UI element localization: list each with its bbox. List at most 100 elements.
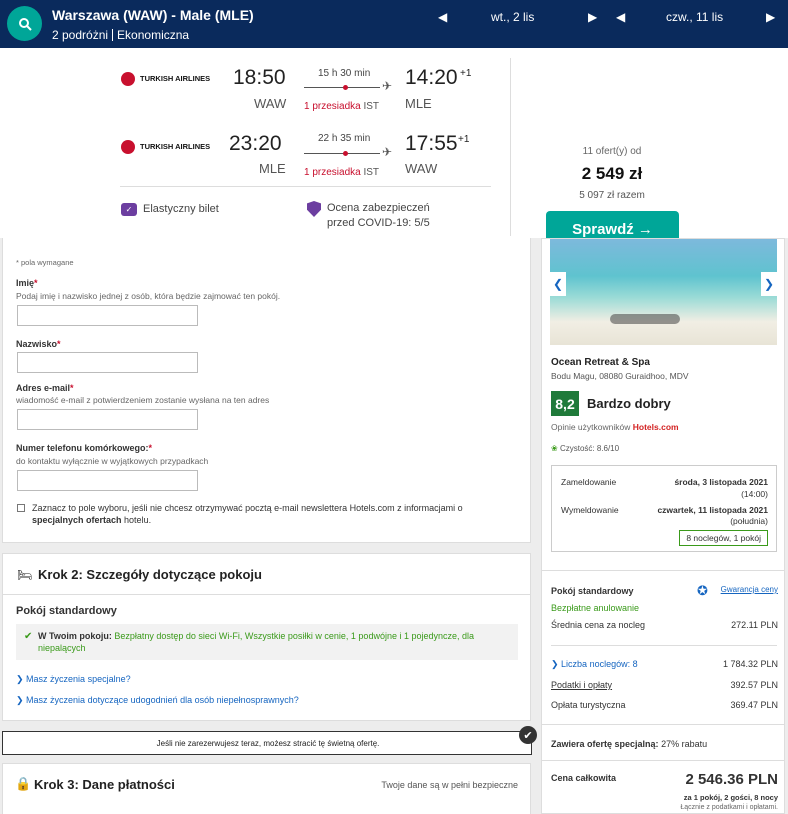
route-title[interactable]: Warszawa (WAW) - Male (MLE) bbox=[52, 7, 254, 23]
email-label: Adres e-mail* bbox=[16, 383, 74, 393]
nights-price: 1 784.32 PLN bbox=[722, 659, 778, 669]
amenities-text: W Twoim pokoju: Bezpłatny dostęp do siec… bbox=[38, 631, 475, 653]
special-offer: Zawiera ofertę specjalną: 27% rabatu bbox=[551, 739, 708, 749]
day-offset: +1 bbox=[460, 68, 472, 79]
search-details[interactable]: 2 podróżni Ekonomiczna bbox=[52, 28, 189, 42]
flight-duration: 15 h 30 min bbox=[318, 68, 371, 79]
name-field[interactable] bbox=[17, 305, 198, 326]
cabin-class: Ekonomiczna bbox=[117, 28, 190, 42]
flight-line bbox=[304, 87, 380, 88]
depart-date[interactable]: wt., 2 lis bbox=[491, 10, 534, 24]
surname-field[interactable] bbox=[17, 352, 198, 373]
arrival-airport: WAW bbox=[405, 161, 438, 176]
award-icon: ❀ bbox=[551, 444, 558, 453]
avg-price: 272.11 PLN bbox=[731, 620, 778, 630]
ticket-icon: ✓ bbox=[121, 203, 137, 216]
offers-count: 11 ofert(y) od bbox=[582, 146, 642, 157]
divider bbox=[120, 186, 491, 187]
chevron-left-icon[interactable]: ❮ bbox=[550, 272, 566, 296]
arrival-airport: MLE bbox=[405, 96, 432, 111]
checkout-time: (południa) bbox=[730, 516, 768, 526]
day-offset: +1 bbox=[458, 134, 470, 145]
checkin-time: (14:00) bbox=[741, 489, 768, 499]
room-type: Pokój standardowy bbox=[551, 586, 634, 596]
room-type: Pokój standardowy bbox=[16, 605, 117, 617]
phone-label: Numer telefonu komórkowego:* bbox=[16, 443, 153, 453]
turkish-airlines-icon bbox=[121, 140, 135, 154]
guarantee-icon: ✪ bbox=[697, 583, 708, 598]
divider bbox=[542, 760, 784, 761]
stops: 1 przesiadka IST bbox=[304, 101, 380, 112]
shield-icon bbox=[307, 201, 321, 217]
step2-title: Krok 2: Szczegóły dotyczące pokoju bbox=[38, 567, 262, 582]
search-bar: Warszawa (WAW) - Male (MLE) 2 podróżni Ek… bbox=[0, 0, 788, 48]
flight-duration: 22 h 35 min bbox=[318, 133, 371, 144]
search-icon bbox=[18, 17, 32, 31]
taxes-price: 392.57 PLN bbox=[730, 680, 778, 690]
total-price: 2 546.36 PLN bbox=[685, 771, 778, 788]
photo-people bbox=[610, 314, 680, 324]
divider bbox=[551, 645, 777, 646]
prev-return-date-arrow[interactable]: ◀ bbox=[616, 10, 625, 24]
check-icon: ✔ bbox=[24, 631, 33, 642]
plane-icon: ✈ bbox=[382, 145, 393, 159]
cleanliness: ❀ Czystość: 8.6/10 bbox=[551, 444, 620, 453]
nights-link[interactable]: ❯ Liczba noclegów: 8 bbox=[551, 659, 638, 670]
chevron-right-icon[interactable]: ❯ bbox=[761, 272, 777, 296]
surname-label: Nazwisko* bbox=[16, 339, 61, 349]
email-hint: wiadomość e-mail z potwierdzeniem zostan… bbox=[16, 395, 270, 405]
departure-time: 18:50 bbox=[233, 66, 286, 89]
total-sub2: Łącznie z podatkami i opłatami. bbox=[680, 804, 778, 811]
next-return-date-arrow[interactable]: ▶ bbox=[766, 10, 775, 24]
divider bbox=[510, 58, 511, 236]
room-amenities: ✔ W Twoim pokoju: Bezpłatny dostęp do si… bbox=[16, 624, 518, 660]
lock-icon: 🔒 bbox=[15, 776, 32, 791]
rating-label: Bardzo dobry bbox=[587, 396, 671, 411]
newsletter-text: Zaznacz to pole wyboru, jeśli nie chcesz… bbox=[32, 503, 463, 525]
departure-time: 23:20 bbox=[229, 132, 282, 155]
nights-badge: 8 noclegów, 1 pokój bbox=[679, 530, 768, 546]
checkout-date: czwartek, 11 listopada 2021 bbox=[657, 505, 768, 515]
special-requests-link[interactable]: ❯ Masz życzenia specjalne? bbox=[16, 674, 131, 685]
flight-card[interactable]: TURKISH AIRLINES 18:50 WAW 15 h 30 min ✈… bbox=[0, 48, 788, 247]
reviews-label: Opinie użytkowników Hotels.com bbox=[551, 422, 679, 432]
bed-icon: 🛏 bbox=[17, 568, 33, 582]
phone-field[interactable] bbox=[17, 470, 198, 491]
price-guarantee-link[interactable]: Gwarancja ceny bbox=[721, 585, 778, 594]
price: 2 549 zł bbox=[581, 164, 643, 183]
search-button[interactable] bbox=[7, 6, 42, 41]
newsletter-checkbox[interactable] bbox=[17, 504, 25, 512]
next-depart-date-arrow[interactable]: ▶ bbox=[588, 10, 597, 24]
covid-rating: Ocena zabezpieczeń przed COVID-19: 5/5 bbox=[307, 201, 430, 231]
return-date[interactable]: czw., 11 lis bbox=[666, 10, 723, 24]
taxes-link[interactable]: Podatki i opłaty bbox=[551, 680, 612, 690]
arrival-time: 14:20 bbox=[405, 66, 458, 89]
airline-logo: TURKISH AIRLINES bbox=[121, 140, 210, 154]
stay-dates: Zameldowanie środa, 3 listopada 2021 (14… bbox=[551, 465, 777, 552]
hotel-name: Ocean Retreat & Spa bbox=[551, 357, 650, 368]
room-details-panel: 🛏 Krok 2: Szczegóły dotyczące pokoju Pok… bbox=[2, 553, 531, 721]
divider bbox=[542, 724, 784, 725]
rating-badge: 8,2 bbox=[551, 391, 579, 416]
prev-depart-date-arrow[interactable]: ◀ bbox=[438, 10, 447, 24]
guest-form: * pola wymagane Imię* Podaj imię i nazwi… bbox=[2, 238, 531, 543]
flight-line bbox=[304, 153, 380, 154]
urgency-warning: Jeśli nie zarezerwujesz teraz, możesz st… bbox=[2, 726, 537, 755]
email-field[interactable] bbox=[17, 409, 198, 430]
stops: 1 przesiadka IST bbox=[304, 167, 380, 178]
check-circle-icon: ✔ bbox=[519, 726, 537, 744]
step3-title: Krok 3: Dane płatności bbox=[34, 777, 175, 792]
name-hint: Podaj imię i nazwisko jednej z osób, któ… bbox=[16, 291, 281, 301]
divider bbox=[3, 594, 530, 595]
stop-dot bbox=[343, 85, 348, 90]
turkish-airlines-icon bbox=[121, 72, 135, 86]
required-note: * pola wymagane bbox=[16, 258, 74, 267]
accessibility-requests-link[interactable]: ❯ Masz życzenia dotyczące udogodnień dla… bbox=[16, 695, 299, 706]
hotel-photo: ❮ ❯ bbox=[550, 239, 777, 345]
name-label: Imię* bbox=[16, 278, 38, 288]
phone-hint: do kontaktu wyłącznie w wyjątkowych przy… bbox=[16, 456, 209, 466]
hotel-address: Bodu Magu, 08080 Guraidhoo, MDV bbox=[551, 371, 689, 381]
free-cancellation: Bezpłatne anulowanie bbox=[551, 603, 640, 613]
hotel-summary: ❮ ❯ Ocean Retreat & Spa Bodu Magu, 08080… bbox=[541, 238, 785, 814]
total-price: 5 097 zł razem bbox=[579, 190, 645, 201]
